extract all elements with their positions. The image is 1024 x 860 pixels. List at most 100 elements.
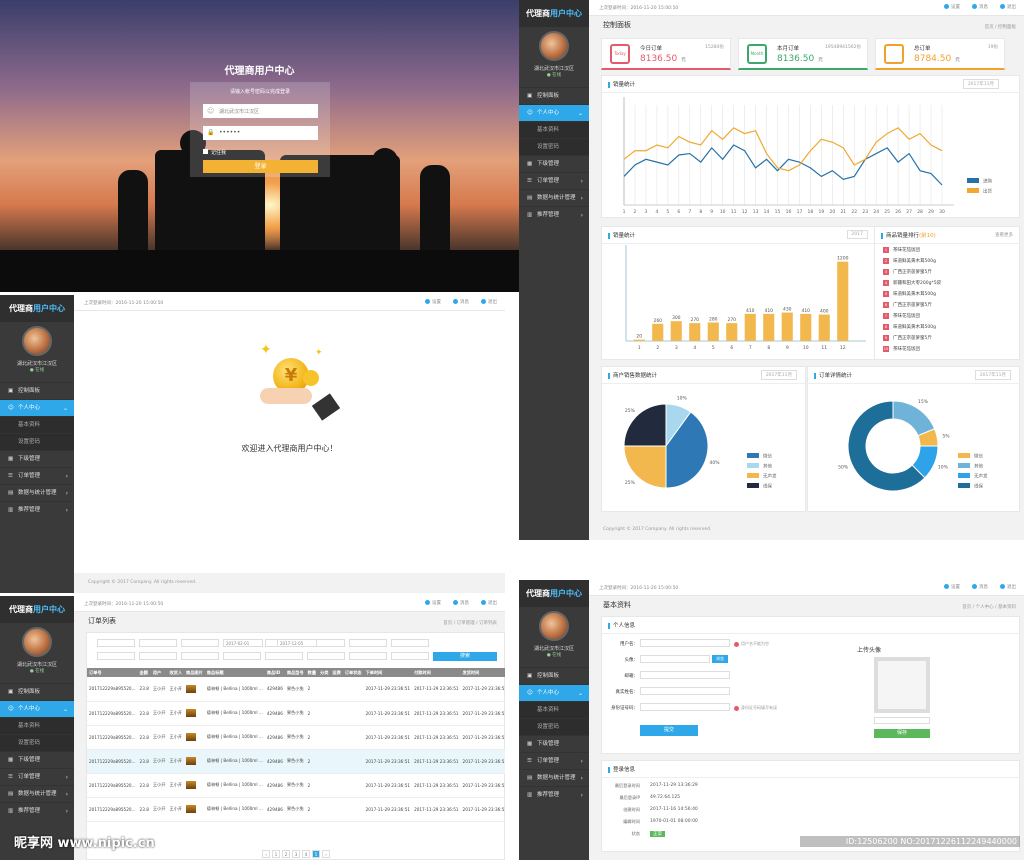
sidebar-item[interactable]: 基本资料: [519, 121, 589, 138]
filter-input[interactable]: [181, 652, 219, 660]
filter-input[interactable]: [139, 652, 177, 660]
sidebar-item[interactable]: ☰ 订单管理 ›: [519, 752, 589, 769]
sidebar-item[interactable]: ☺ 个人中心 ⌄: [519, 104, 589, 121]
column-header[interactable]: 收货人: [167, 668, 185, 677]
filter-select[interactable]: [139, 639, 177, 647]
sidebar-item[interactable]: ▥ 推荐管理 ›: [519, 786, 589, 803]
avatar[interactable]: [22, 627, 52, 657]
column-header[interactable]: 商品图片: [184, 668, 205, 677]
filter-input[interactable]: [97, 652, 135, 660]
ranking-item[interactable]: 3 广西正宗菠萝蜜5斤: [883, 267, 941, 278]
ranking-item[interactable]: 4 新疆和田大枣200g*5袋: [883, 278, 941, 289]
column-header[interactable]: 发货时间: [460, 668, 505, 677]
page-button[interactable]: ‹: [262, 850, 270, 858]
column-header[interactable]: 付款时间: [412, 668, 461, 677]
messages-link[interactable]: 消息: [453, 600, 469, 606]
line-date-picker[interactable]: 2017年11月: [962, 79, 999, 89]
table-row[interactable]: 201712229a895520... 23.8 王小开 王小开 德林顿 | Belli…: [87, 749, 505, 774]
page-button[interactable]: 2: [282, 850, 290, 858]
pie-date-picker[interactable]: 2017年11月: [760, 370, 797, 380]
filter-input[interactable]: [265, 652, 303, 660]
sidebar-item[interactable]: 设置密码: [519, 138, 589, 155]
column-header[interactable]: 商品ID: [264, 668, 285, 677]
profile-input[interactable]: [640, 703, 730, 711]
profile-input[interactable]: [640, 639, 730, 647]
table-row[interactable]: 201712229a895520... 23.8 王小开 王小开 德林顿 | Belli…: [87, 797, 505, 822]
page-button[interactable]: 3: [292, 850, 300, 858]
submit-button[interactable]: 提交: [640, 725, 698, 736]
ranking-item[interactable]: 2 味道鲜美黄木耳500g: [883, 256, 941, 267]
sidebar-item[interactable]: ☺ 个人中心 ⌄: [0, 700, 74, 717]
column-header[interactable]: 下单时间: [363, 668, 413, 677]
login-button[interactable]: 登录: [203, 160, 318, 173]
bar-year-picker[interactable]: 2017: [846, 230, 868, 239]
sidebar-item[interactable]: ▤ 数据与统计管理 ›: [0, 484, 74, 501]
save-avatar-button[interactable]: 保存: [874, 729, 930, 738]
page-button[interactable]: 1: [272, 850, 280, 858]
sidebar-item[interactable]: ☺ 个人中心 ⌄: [0, 399, 74, 416]
settings-link[interactable]: 设置: [425, 600, 441, 606]
ranking-item[interactable]: 8 味道鲜美黄木耳500g: [883, 322, 941, 333]
ranking-item[interactable]: 1 茶味花茄饭团: [883, 245, 941, 256]
filter-input[interactable]: [223, 652, 261, 660]
exit-link[interactable]: 退出: [481, 299, 497, 305]
filter-select[interactable]: [391, 639, 429, 647]
sidebar-item[interactable]: ☰ 订单管理 ›: [519, 172, 589, 189]
avatar[interactable]: [539, 611, 569, 641]
column-header[interactable]: 订单号: [87, 668, 138, 677]
profile-input[interactable]: [640, 671, 730, 679]
table-row[interactable]: 201712229a895520... 23.8 王小开 王小开 德林顿 | Belli…: [87, 773, 505, 798]
sidebar-item[interactable]: ☰ 订单管理 ›: [0, 768, 74, 785]
page-button[interactable]: 5: [312, 850, 320, 858]
sidebar-item[interactable]: ▤ 数据与统计管理 ›: [519, 769, 589, 786]
messages-link[interactable]: 消息: [453, 299, 469, 305]
column-header[interactable]: 运费: [330, 668, 343, 677]
column-header[interactable]: 订单状态: [342, 668, 364, 677]
column-header[interactable]: 商品型号: [284, 668, 306, 677]
page-button[interactable]: 4: [302, 850, 310, 858]
avatar[interactable]: [22, 326, 52, 356]
table-row[interactable]: 201712229a895520... 23.8 王小开 王小开 德林顿 | Belli…: [87, 725, 505, 750]
filter-select[interactable]: [349, 639, 387, 647]
profile-input[interactable]: [640, 655, 710, 663]
sidebar-item[interactable]: 基本资料: [0, 717, 74, 734]
table-row[interactable]: 201712229a895520... 23.8 王小开 王小开 德林顿 | Belli…: [87, 701, 505, 726]
sidebar-item[interactable]: ▦ 下级管理: [0, 751, 74, 768]
sidebar-item[interactable]: 基本资料: [519, 701, 589, 718]
ranking-item[interactable]: 5 味道鲜美黄木耳500g: [883, 289, 941, 300]
sidebar-item[interactable]: ▣ 控制面板: [519, 667, 589, 684]
avatar[interactable]: [539, 31, 569, 61]
column-header[interactable]: 数量: [305, 668, 319, 677]
messages-link[interactable]: 消息: [972, 4, 988, 10]
column-header[interactable]: 分类: [318, 668, 331, 677]
filter-select[interactable]: [97, 639, 135, 647]
page-button[interactable]: ›: [322, 850, 330, 858]
table-row[interactable]: 201712229a895520... 23.8 王小开 王小开 德林顿 | Bell…: [87, 677, 505, 702]
exit-link[interactable]: 退出: [1000, 584, 1016, 590]
sidebar-item[interactable]: ☺ 个人中心 ⌄: [519, 684, 589, 701]
date-to-input[interactable]: 2017-12-05: [277, 639, 317, 647]
donut-date-picker[interactable]: 2017年11月: [974, 370, 1011, 380]
sidebar-item[interactable]: ▥ 推荐管理 ›: [0, 802, 74, 819]
password-field[interactable]: 🔒 ••••••: [203, 126, 318, 140]
ranking-more-link[interactable]: 查看更多: [995, 232, 1013, 238]
messages-link[interactable]: 消息: [972, 584, 988, 590]
profile-input[interactable]: [640, 687, 730, 695]
sidebar-item[interactable]: ▣ 控制面板: [0, 683, 74, 700]
filter-input[interactable]: [349, 652, 387, 660]
ranking-item[interactable]: 7 茶味花茄饭团: [883, 311, 941, 322]
sidebar-item[interactable]: ▤ 数据与统计管理 ›: [0, 785, 74, 802]
remember-checkbox[interactable]: 记住我: [203, 149, 226, 156]
exit-link[interactable]: 退出: [481, 600, 497, 606]
sidebar-item[interactable]: ▥ 推荐管理 ›: [519, 206, 589, 223]
settings-link[interactable]: 设置: [425, 299, 441, 305]
sidebar-item[interactable]: ▥ 推荐管理 ›: [0, 501, 74, 518]
sidebar-item[interactable]: 设置密码: [0, 433, 74, 450]
sidebar-item[interactable]: ☰ 订单管理 ›: [0, 467, 74, 484]
settings-link[interactable]: 设置: [944, 584, 960, 590]
column-header[interactable]: 商品标题: [204, 668, 265, 677]
ranking-item[interactable]: 10 茶味花茄饭团: [883, 344, 941, 355]
username-field[interactable]: ☺ 湖北武汉市江汉区: [203, 104, 318, 118]
sidebar-item[interactable]: ▦ 下级管理: [519, 155, 589, 172]
filter-input[interactable]: [307, 652, 345, 660]
